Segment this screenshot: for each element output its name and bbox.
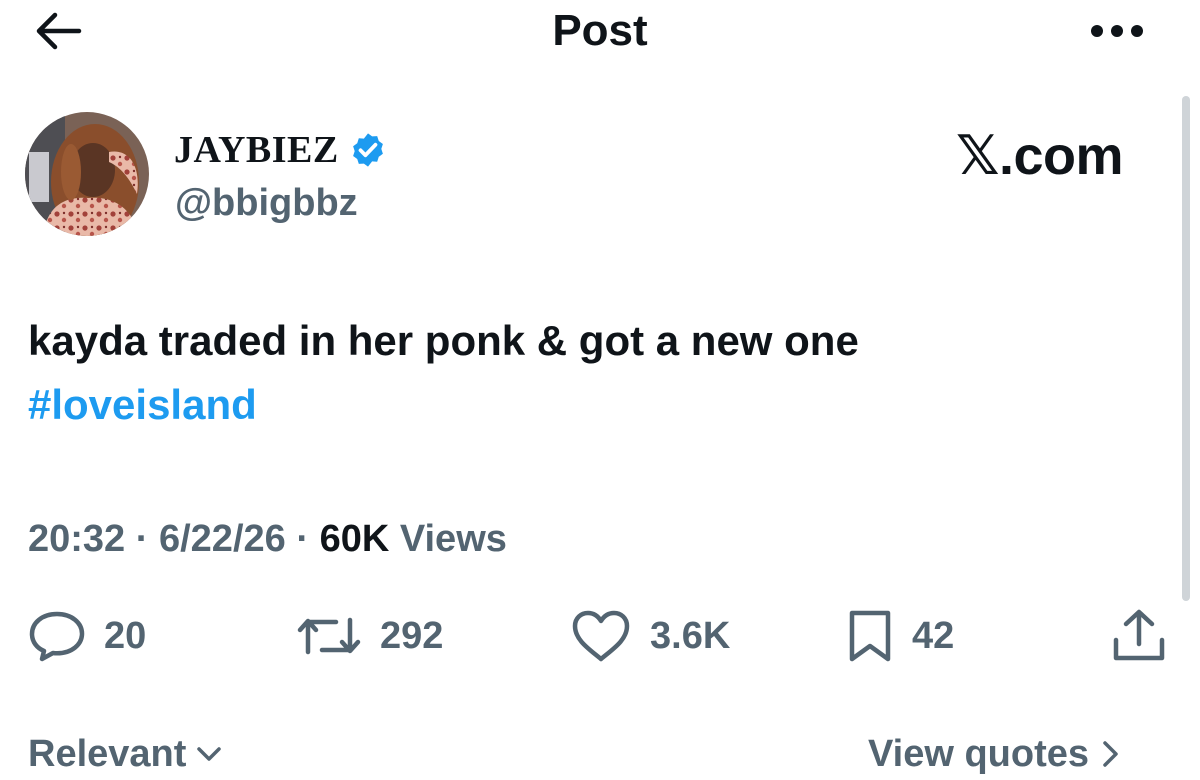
meta-separator: · xyxy=(296,518,309,560)
tweet-date[interactable]: 6/22/26 xyxy=(159,518,286,560)
repost-count: 292 xyxy=(380,615,444,657)
hashtag-link[interactable]: #loveisland xyxy=(28,374,257,436)
x-com-watermark: 𝕏.com xyxy=(956,126,1124,186)
page-title: Post xyxy=(552,6,648,55)
avatar-image xyxy=(25,112,149,236)
view-quotes-link[interactable]: View quotes xyxy=(868,728,1121,780)
more-options-button[interactable] xyxy=(1082,6,1152,56)
bookmark-icon xyxy=(849,610,891,662)
bookmark-count: 42 xyxy=(912,615,955,657)
tweet-text: kayda traded in her ponk & got a new one xyxy=(28,317,859,364)
bookmark-button[interactable]: 42 xyxy=(846,606,954,666)
like-count: 3.6K xyxy=(650,615,731,657)
views-label: Views xyxy=(399,518,507,560)
author-name[interactable]: JAYBIEZ xyxy=(174,128,387,172)
reply-bubble-icon xyxy=(29,611,85,662)
tweet-time[interactable]: 20:32 xyxy=(28,518,125,560)
reply-button[interactable]: 20 xyxy=(28,606,146,666)
author-name-text: JAYBIEZ xyxy=(174,129,339,171)
like-button[interactable]: 3.6K xyxy=(570,606,730,666)
tweet-meta: 20:32 · 6/22/26 · 60K Views xyxy=(28,514,507,564)
scrollbar[interactable] xyxy=(1182,96,1190,601)
share-icon xyxy=(1113,609,1165,661)
repost-icon xyxy=(297,617,361,655)
view-quotes-label: View quotes xyxy=(868,733,1090,775)
avatar[interactable] xyxy=(25,112,149,236)
repost-button[interactable]: 292 xyxy=(296,606,443,666)
views-count: 60K xyxy=(319,518,390,560)
heart-icon xyxy=(572,610,630,662)
author-handle[interactable]: @bbigbbz xyxy=(175,180,358,226)
reply-count: 20 xyxy=(104,615,147,657)
chevron-right-icon xyxy=(1099,739,1121,769)
meta-separator: · xyxy=(135,518,149,560)
verified-badge-icon xyxy=(349,131,387,169)
chevron-down-icon xyxy=(196,744,222,764)
sort-replies-dropdown[interactable]: Relevant xyxy=(28,728,222,780)
sort-label: Relevant xyxy=(28,733,187,775)
share-button[interactable] xyxy=(1110,606,1168,666)
more-horizontal-icon xyxy=(1091,25,1143,37)
